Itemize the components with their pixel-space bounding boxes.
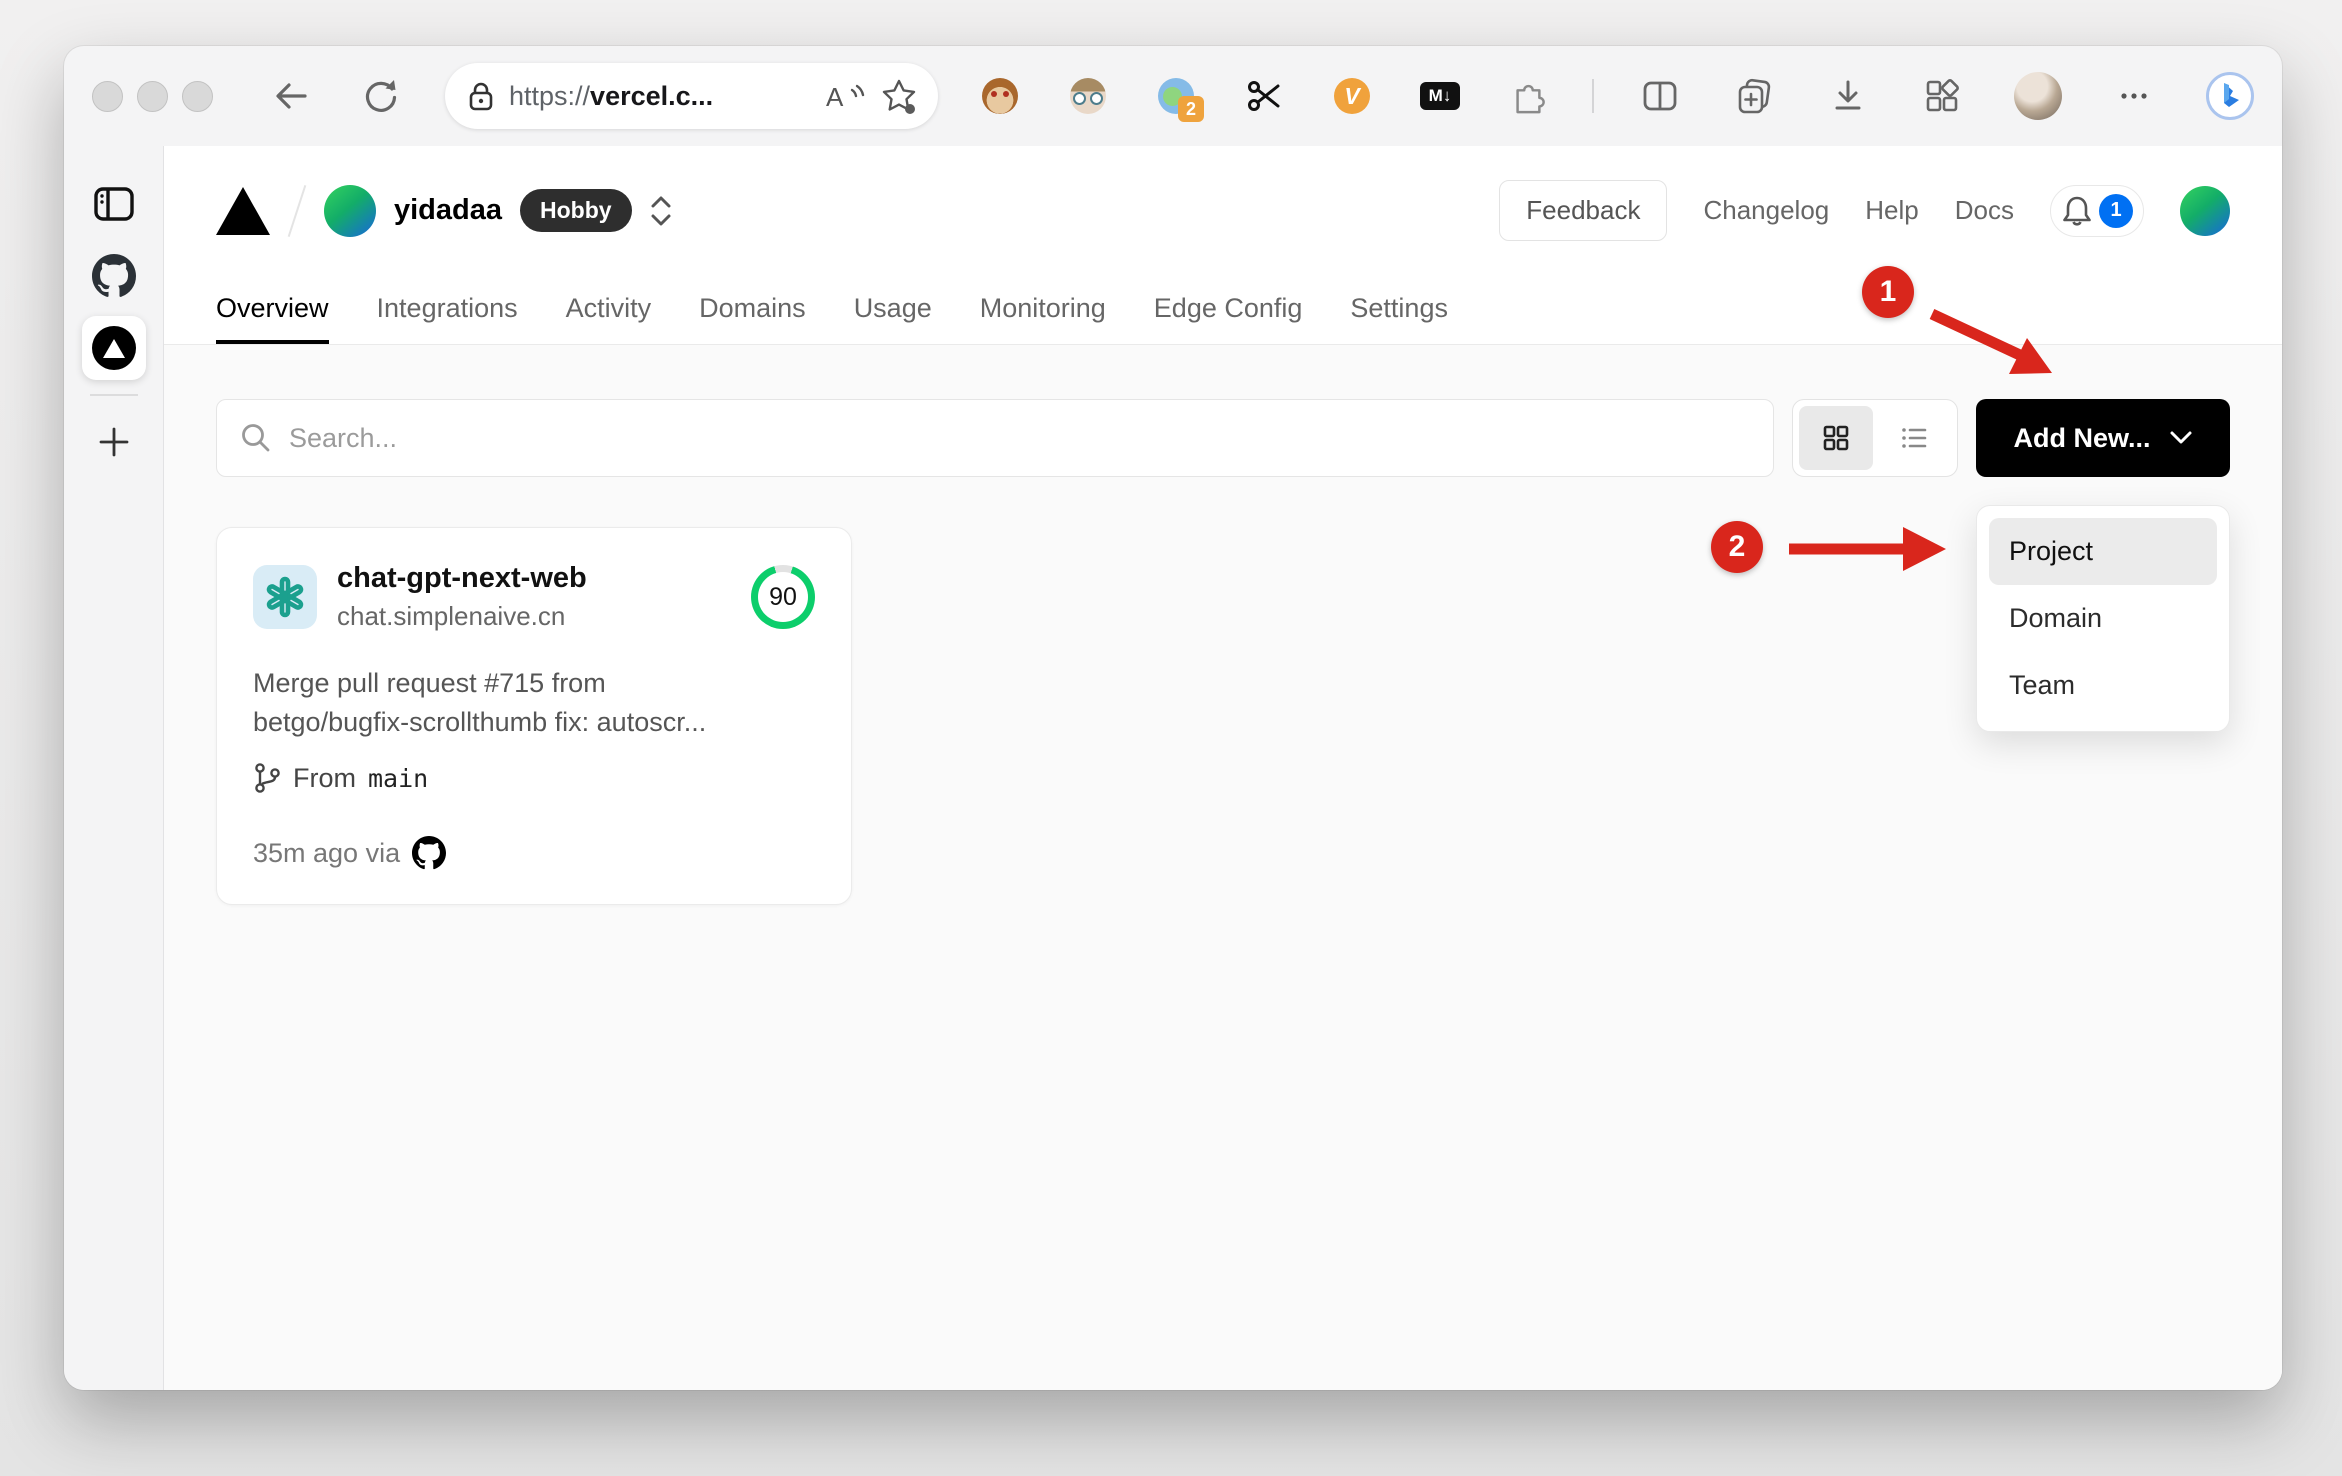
project-card[interactable]: chat-gpt-next-web chat.simplenaive.cn 90… — [216, 527, 852, 906]
add-new-label: Add New... — [2013, 422, 2151, 453]
help-link[interactable]: Help — [1865, 195, 1918, 226]
grid-view-button[interactable] — [1799, 406, 1873, 470]
breadcrumb-slash — [287, 184, 307, 237]
toolbar-divider — [1592, 79, 1594, 113]
tab-edge-config[interactable]: Edge Config — [1154, 293, 1303, 344]
lighthouse-score: 90 — [758, 572, 808, 622]
extensions-row: 2 V M↓ — [982, 78, 1546, 122]
search-box[interactable] — [216, 399, 1774, 477]
new-tab-plus-icon[interactable] — [82, 410, 146, 474]
notifications-button[interactable]: 1 — [2050, 184, 2144, 237]
team-avatar[interactable] — [324, 184, 376, 237]
deployed-time: 35m ago via — [253, 837, 401, 868]
vercel-icon — [91, 326, 136, 370]
list-view-icon — [1902, 428, 1927, 448]
commit-message[interactable]: Merge pull request #715 from betgo/bugfi… — [253, 664, 793, 742]
vercel-header: yidadaa Hobby Feedback Changelog Help Do… — [164, 146, 2282, 345]
list-view-button[interactable] — [1877, 406, 1951, 470]
team-switcher-icon[interactable] — [648, 194, 674, 228]
menu-item-team[interactable]: Team — [1989, 652, 2217, 719]
tab-overview[interactable]: Overview — [216, 293, 329, 344]
tab-usage[interactable]: Usage — [854, 293, 932, 344]
collections-icon[interactable] — [1732, 74, 1776, 118]
extension-badge: 2 — [1178, 96, 1204, 122]
zoom-window-button[interactable] — [182, 80, 213, 112]
read-aloud-icon[interactable]: A — [824, 78, 868, 114]
notification-count: 1 — [2099, 193, 2133, 228]
url-text[interactable]: https://vercel.c... — [509, 81, 812, 112]
markdown-extension-icon[interactable]: M↓ — [1420, 78, 1460, 114]
feedback-button[interactable]: Feedback — [1499, 180, 1668, 241]
back-icon[interactable] — [269, 74, 313, 118]
grid-view-icon — [1823, 425, 1849, 451]
close-window-button[interactable] — [92, 80, 123, 112]
vercel-logo[interactable] — [216, 186, 270, 235]
tab-domains[interactable]: Domains — [699, 293, 806, 344]
search-icon — [242, 424, 270, 452]
branch-prefix: From — [293, 762, 356, 793]
github-source-icon — [412, 836, 447, 870]
chevron-down-icon — [2170, 431, 2191, 444]
bing-chat-icon[interactable] — [2206, 72, 2254, 120]
panel-toggle-icon[interactable] — [82, 172, 146, 236]
team-name[interactable]: yidadaa — [394, 194, 502, 227]
bell-icon — [2063, 196, 2091, 226]
split-screen-icon[interactable] — [1638, 74, 1682, 118]
downloads-icon[interactable] — [1826, 74, 1870, 118]
browser-toolbar: https://vercel.c... A 2 V M↓ — [64, 46, 2282, 146]
browser-window: https://vercel.c... A 2 V M↓ yidadaa Hob… — [64, 46, 2282, 1390]
url-host: vercel.c... — [590, 80, 714, 111]
lock-icon[interactable] — [465, 79, 497, 113]
minimize-window-button[interactable] — [137, 80, 168, 112]
view-toggle — [1792, 399, 1958, 477]
project-domain[interactable]: chat.simplenaive.cn — [337, 601, 587, 632]
git-branch-icon — [255, 763, 280, 794]
translate-extension-icon[interactable]: 2 — [1158, 78, 1204, 122]
browser-actions-row — [1638, 72, 2254, 120]
vercel-page: yidadaa Hobby Feedback Changelog Help Do… — [164, 146, 2282, 1390]
project-favicon — [253, 565, 317, 629]
search-input[interactable] — [289, 422, 1751, 454]
add-new-button[interactable]: Add New... — [1976, 399, 2230, 477]
scissors-extension-icon[interactable] — [1246, 78, 1282, 114]
tab-monitoring[interactable]: Monitoring — [980, 293, 1106, 344]
svg-text:A: A — [826, 82, 844, 112]
more-options-icon[interactable] — [2112, 74, 2156, 118]
docs-link[interactable]: Docs — [1955, 195, 2014, 226]
url-scheme: https:// — [509, 80, 591, 111]
rail-divider — [89, 394, 138, 396]
commit-line-1: Merge pull request #715 from — [253, 668, 606, 698]
lighthouse-score-ring[interactable]: 90 — [751, 565, 815, 629]
tab-settings[interactable]: Settings — [1350, 293, 1448, 344]
tab-integrations[interactable]: Integrations — [377, 293, 518, 344]
add-new-dropdown: Project Domain Team — [1976, 505, 2230, 732]
menu-item-domain[interactable]: Domain — [1989, 585, 2217, 652]
vercel-tab-active[interactable] — [81, 316, 146, 380]
commit-line-2: betgo/bugfix-scrollthumb fix: autoscr... — [253, 707, 707, 738]
account-avatar[interactable] — [2180, 185, 2230, 236]
v-extension-icon[interactable]: V — [1334, 78, 1370, 114]
changelog-link[interactable]: Changelog — [1703, 195, 1829, 226]
menu-item-project[interactable]: Project — [1989, 518, 2217, 585]
browser-side-rail — [64, 146, 164, 1390]
project-name[interactable]: chat-gpt-next-web — [337, 562, 587, 595]
branch-name[interactable]: main — [368, 764, 428, 793]
address-bar[interactable]: https://vercel.c... A — [445, 63, 938, 129]
tab-activity[interactable]: Activity — [566, 293, 652, 344]
profile-avatar[interactable] — [2014, 72, 2062, 120]
extensions-puzzle-icon[interactable] — [1510, 78, 1546, 114]
window-controls — [92, 80, 213, 112]
apps-icon[interactable] — [1920, 74, 1964, 118]
favorite-star-icon[interactable] — [880, 77, 918, 115]
overview-content: Add New... — [164, 345, 2282, 1390]
refresh-icon[interactable] — [359, 74, 403, 118]
face-extension-icon[interactable] — [1070, 78, 1106, 114]
tampermonkey-icon[interactable] — [982, 78, 1018, 114]
dashboard-tabs: Overview Integrations Activity Domains U… — [216, 293, 1448, 344]
plan-badge: Hobby — [520, 189, 632, 232]
openai-logo-icon — [266, 576, 304, 618]
github-icon[interactable] — [82, 244, 146, 308]
